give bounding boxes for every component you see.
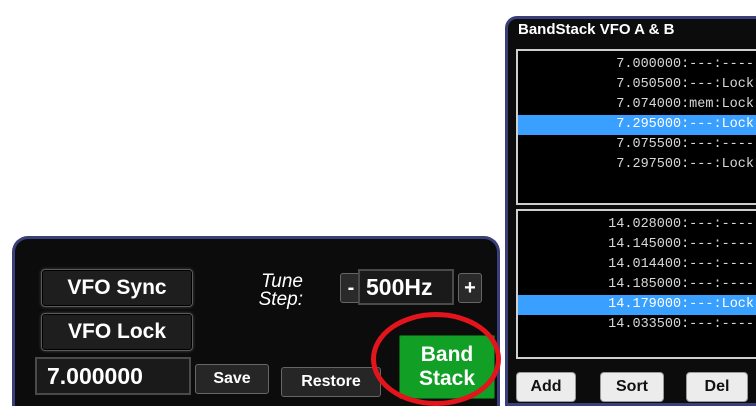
bandstack-title: BandStack VFO A & B [518, 21, 675, 38]
band-stack-button[interactable]: Band Stack [399, 335, 495, 399]
bandstack-list-item[interactable]: 14.028000:---:---- [518, 215, 756, 235]
vfo-lock-button[interactable]: VFO Lock [41, 313, 193, 351]
bandstack-list-item[interactable]: 14.185000:---:---- [518, 275, 756, 295]
tune-step-value[interactable]: 500Hz [358, 269, 454, 305]
bandstack-list-item[interactable]: 7.295000:---:Lock [518, 115, 756, 135]
restore-button[interactable]: Restore [281, 367, 381, 397]
bandstack-list-item[interactable]: 14.179000:---:Lock [518, 295, 756, 315]
bandstack-list-item[interactable]: 14.145000:---:---- [518, 235, 756, 255]
vfo-control-panel: VFO Sync VFO Lock 7.000000 Save Restore … [12, 236, 500, 406]
bandstack-list-vfo-a[interactable]: 7.000000:---:---- 7.050500:---:Lock 7.0740… [516, 49, 756, 205]
add-button[interactable]: Add [516, 372, 576, 402]
bandstack-list-item[interactable]: 7.050500:---:Lock [518, 75, 756, 95]
tune-step-increase-button[interactable]: + [458, 273, 482, 303]
bandstack-list-item[interactable]: 7.074000:mem:Lock [518, 95, 756, 115]
band-stack-label-line1: Band [420, 343, 474, 366]
bandstack-list-item[interactable]: 7.000000:---:---- [518, 55, 756, 75]
band-stack-label-line2: Stack [418, 367, 476, 390]
bandstack-list-vfo-b[interactable]: 14.028000:---:---- 14.145000:---:---- 14.0… [516, 209, 756, 359]
bandstack-window: BandStack VFO A & B 7.000000:---:---- 7.0… [505, 16, 756, 406]
save-button[interactable]: Save [195, 364, 269, 394]
bandstack-list-item[interactable]: 14.033500:---:---- [518, 315, 756, 335]
tune-step-label: Tune Step: [258, 271, 303, 310]
frequency-display[interactable]: 7.000000 [35, 357, 191, 395]
delete-button[interactable]: Del [686, 372, 748, 402]
bandstack-list-item[interactable]: 7.297500:---:Lock [518, 155, 756, 175]
vfo-sync-button[interactable]: VFO Sync [41, 269, 193, 307]
sort-button[interactable]: Sort [600, 372, 664, 402]
bandstack-list-item[interactable]: 14.014400:---:---- [518, 255, 756, 275]
bandstack-list-item[interactable]: 7.075500:---:---- [518, 135, 756, 155]
